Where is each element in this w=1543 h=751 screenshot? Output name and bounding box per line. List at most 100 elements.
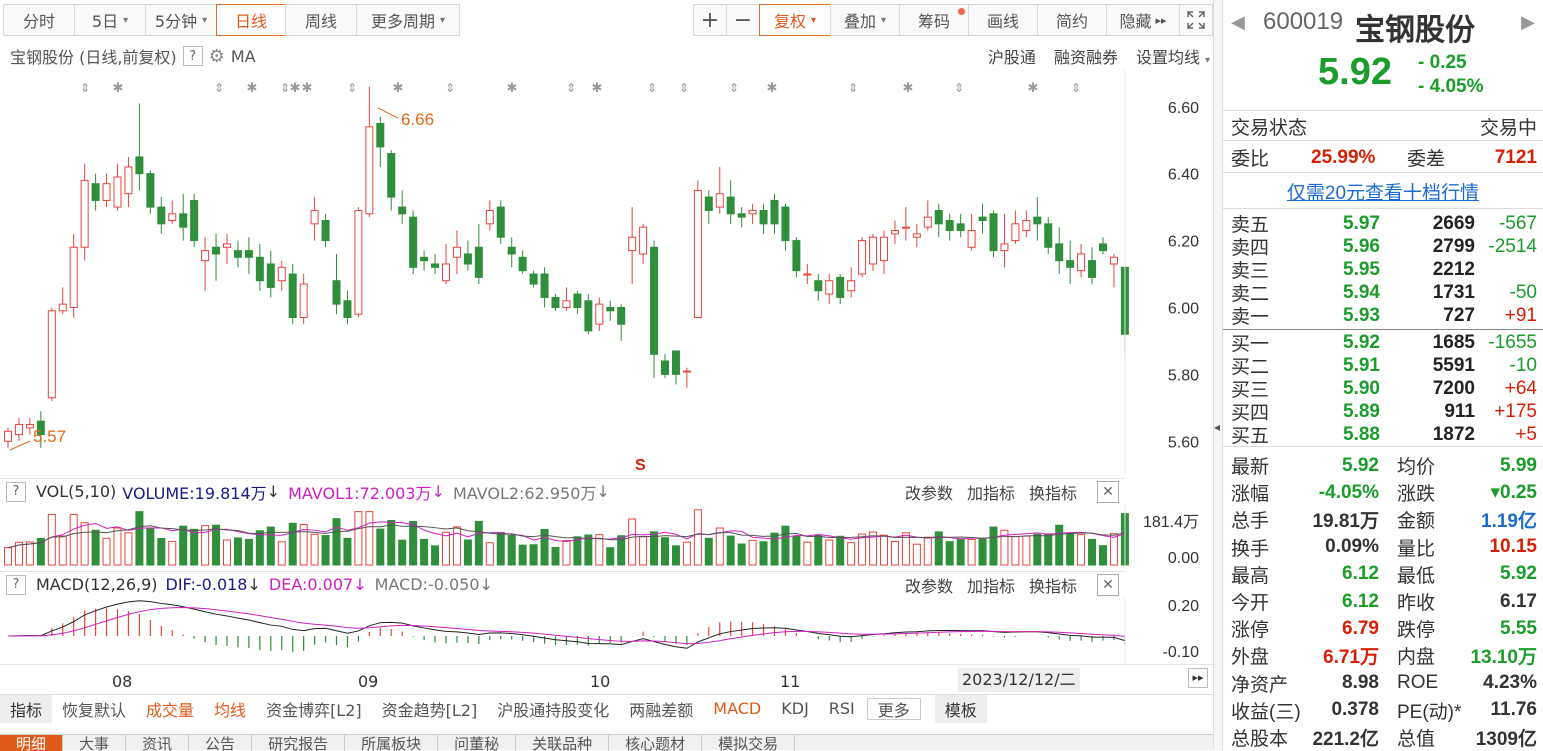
overlay-button[interactable]: 叠加 ▾	[830, 4, 900, 36]
prev-stock-icon[interactable]: ◀	[1231, 12, 1245, 33]
more-periods-button[interactable]: 更多周期 ▾	[356, 4, 460, 36]
ask-row[interactable]: 卖三 5.95 2212	[1231, 258, 1537, 283]
volume-chart[interactable]: 181.4万 0.00	[0, 505, 1213, 567]
bid-row[interactable]: 买一 5.92 1685 -1655	[1231, 331, 1537, 356]
bid-row[interactable]: 买四 5.89 911 +175	[1231, 400, 1537, 425]
tab-related[interactable]: 关联品种	[516, 735, 610, 751]
adjust-button[interactable]: 复权 ▾	[759, 4, 831, 36]
tab-research[interactable]: 研究报告	[252, 735, 346, 751]
tab-fund-game[interactable]: 资金博弈[L2]	[256, 695, 372, 723]
event-star-icon[interactable]: ✱	[903, 80, 914, 95]
bid-row[interactable]: 买三 5.90 7200 +64	[1231, 377, 1537, 402]
volume-switch-indicator-button[interactable]: 换指标	[1029, 480, 1077, 504]
tab-indicator[interactable]: 指标	[0, 694, 53, 723]
tab-margin-diff[interactable]: 两融差额	[619, 695, 703, 723]
macd-add-indicator-button[interactable]: 加指标	[967, 573, 1015, 597]
tab-hk-holdings[interactable]: 沪股通持股变化	[487, 695, 619, 723]
event-star-icon[interactable]: ✱	[767, 80, 778, 95]
gear-icon[interactable]: ⚙	[209, 46, 225, 67]
simple-mode-button[interactable]: 简约	[1037, 4, 1107, 36]
event-arrow-icon[interactable]: ⇕	[445, 81, 455, 95]
margin-trading-link[interactable]: 融资融券	[1054, 44, 1118, 68]
fullscreen-button[interactable]	[1179, 4, 1213, 36]
ma-settings-link[interactable]: 设置均线 ▾	[1136, 44, 1210, 68]
ma-indicator-label[interactable]: MA	[231, 47, 256, 66]
event-arrow-icon[interactable]: ⇕	[347, 81, 357, 95]
arrow-down-icon: ↓	[479, 575, 493, 594]
hide-button[interactable]: 隐藏 ▸▸	[1106, 4, 1180, 36]
candle-body	[201, 250, 210, 262]
event-star-icon[interactable]: ✱	[507, 80, 518, 95]
collapse-arrow-icon[interactable]: ◂	[1214, 420, 1220, 434]
period-minute-button[interactable]: 分时	[3, 4, 75, 36]
volume-edit-params-button[interactable]: 改参数	[905, 480, 953, 504]
tab-announcements[interactable]: 公告	[189, 735, 253, 751]
panel-divider[interactable]: ◂	[1213, 0, 1223, 750]
event-star-icon[interactable]: ✱	[113, 80, 124, 95]
tab-sim-trade[interactable]: 模拟交易	[702, 735, 796, 751]
event-arrow-icon[interactable]: ⇕	[214, 81, 224, 95]
marker-s-icon[interactable]: S	[635, 457, 646, 474]
period-daily-button[interactable]: 日线	[216, 4, 286, 36]
volume-add-indicator-button[interactable]: 加指标	[967, 480, 1015, 504]
macd-switch-indicator-button[interactable]: 换指标	[1029, 573, 1077, 597]
scroll-right-icon[interactable]: ▸▸	[1188, 668, 1208, 688]
ask-row[interactable]: 卖一 5.93 727 +91	[1231, 304, 1537, 329]
bid-row[interactable]: 买二 5.91 5591 -10	[1231, 354, 1537, 379]
event-arrow-icon[interactable]: ⇕	[280, 81, 290, 95]
event-star-icon[interactable]: ✱	[302, 80, 313, 95]
tab-macd[interactable]: MACD	[703, 695, 771, 723]
event-star-icon[interactable]: ✱	[393, 80, 404, 95]
hk-connect-link[interactable]: 沪股通	[988, 44, 1036, 68]
ask-row[interactable]: 卖二 5.94 1731 -50	[1231, 281, 1537, 306]
candle-body	[923, 216, 932, 228]
bid-row[interactable]: 买五 5.88 1872 +5	[1231, 423, 1537, 448]
help-icon[interactable]: ?	[182, 46, 203, 66]
tab-fund-trend[interactable]: 资金趋势[L2]	[372, 695, 488, 723]
volume-help-icon[interactable]: ?	[6, 481, 26, 502]
event-star-icon[interactable]: ✱	[290, 80, 301, 95]
candlestick-chart[interactable]: ✱ ✱ ✱ ✱ ✱ ✱ ✱ ✱ ✱ ✱⇕ ⇕ ⇕ ⇕ ⇕ ⇕ ⇕ ⇕ ⇕ ⇕ ⇕ ⇕ 6.606.406.206.005…	[0, 70, 1213, 474]
tab-rsi[interactable]: RSI	[819, 695, 865, 723]
tab-ma[interactable]: 均线	[204, 695, 256, 723]
ask-row[interactable]: 卖五 5.97 2669 -567	[1231, 212, 1537, 237]
event-arrow-icon[interactable]: ⇕	[1071, 81, 1081, 95]
event-arrow-icon[interactable]: ⇕	[729, 81, 739, 95]
close-icon[interactable]: ✕	[1097, 480, 1119, 503]
tab-events[interactable]: 大事	[63, 735, 127, 751]
event-arrow-icon[interactable]: ⇕	[679, 81, 689, 95]
period-5min-button[interactable]: 5分钟 ▾	[145, 4, 217, 36]
event-arrow-icon[interactable]: ⇕	[80, 81, 90, 95]
event-star-icon[interactable]: ✱	[592, 80, 603, 95]
tab-more[interactable]: 更多	[866, 697, 921, 720]
macd-help-icon[interactable]: ?	[6, 574, 26, 595]
event-arrow-icon[interactable]: ⇕	[954, 81, 964, 95]
tab-sectors[interactable]: 所属板块	[345, 735, 439, 751]
macd-edit-params-button[interactable]: 改参数	[905, 573, 953, 597]
volume-bar	[376, 528, 385, 566]
ask-row[interactable]: 卖四 5.96 2799 -2514	[1231, 235, 1537, 260]
tab-ask-secretary[interactable]: 问董秘	[438, 735, 517, 751]
level2-promo-link[interactable]: 仅需20元查看十档行情	[1223, 178, 1543, 205]
event-arrow-icon[interactable]: ⇕	[647, 81, 657, 95]
drawing-button[interactable]: 画线	[968, 4, 1038, 36]
close-icon[interactable]: ✕	[1097, 573, 1119, 596]
tab-restore-default[interactable]: 恢复默认	[52, 695, 136, 723]
event-arrow-icon[interactable]: ⇕	[566, 81, 576, 95]
tab-template[interactable]: 模板	[934, 694, 987, 723]
period-weekly-button[interactable]: 周线	[285, 4, 357, 36]
tab-kdj[interactable]: KDJ	[771, 695, 819, 723]
event-arrow-icon[interactable]: ⇕	[848, 81, 858, 95]
zoom-out-button[interactable]: −	[726, 4, 760, 36]
period-5day-button[interactable]: 5日 ▾	[74, 4, 146, 36]
tab-detail[interactable]: 明细	[0, 735, 64, 751]
next-stock-icon[interactable]: ▶	[1521, 12, 1535, 33]
tab-themes[interactable]: 核心题材	[609, 735, 703, 751]
tab-volume[interactable]: 成交量	[136, 695, 204, 723]
macd-chart[interactable]: 0.20 -0.10	[0, 598, 1213, 664]
chips-button[interactable]: 筹码	[899, 4, 969, 36]
event-star-icon[interactable]: ✱	[1028, 80, 1039, 95]
tab-news[interactable]: 资讯	[126, 735, 190, 751]
zoom-in-button[interactable]: +	[693, 4, 727, 36]
event-star-icon[interactable]: ✱	[247, 80, 258, 95]
